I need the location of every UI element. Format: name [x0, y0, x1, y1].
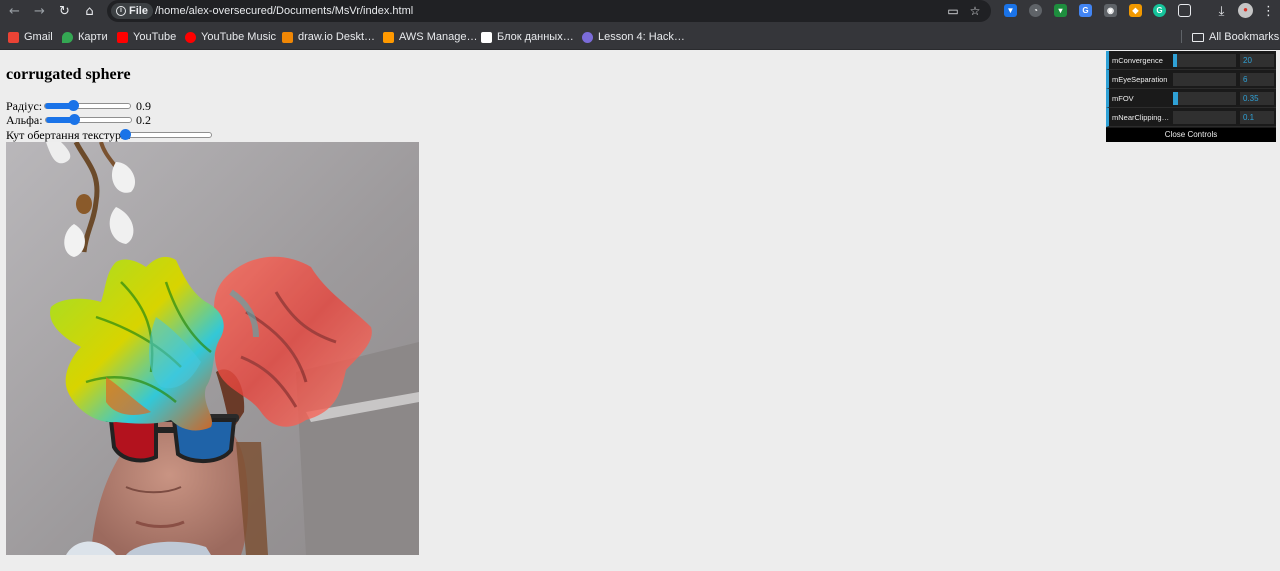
all-bookmarks-label: All Bookmarks [1209, 31, 1280, 43]
puzzle-icon[interactable] [1178, 4, 1191, 17]
gui-slider[interactable] [1173, 73, 1236, 86]
slider-thumb[interactable] [69, 114, 81, 125]
youtube-music-icon [185, 31, 196, 43]
reload-icon[interactable]: ↻ [56, 3, 73, 20]
close-controls-button[interactable]: Close Controls [1106, 128, 1276, 142]
star-icon[interactable]: ☆ [967, 3, 983, 19]
address-bar[interactable]: i File /home/alex-oversecured/Documents/… [107, 0, 991, 22]
folder-icon [1192, 32, 1204, 42]
slider-thumb[interactable] [120, 129, 131, 140]
bookmark-label: Gmail [24, 31, 53, 43]
bookmark-label: YouTube Music [201, 31, 277, 43]
speed-icon[interactable]: ◔ [1029, 4, 1042, 17]
home-icon[interactable]: ⌂ [81, 3, 98, 20]
texture-rotation-control: Кут обертання текстури: [6, 128, 226, 142]
gui-row-convergence: mConvergence 20 [1106, 51, 1276, 70]
gui-number-input[interactable]: 0.1 [1240, 111, 1274, 124]
shield-icon[interactable]: ▾ [1054, 4, 1067, 17]
bitwarden-icon[interactable]: ▼ [1004, 4, 1017, 17]
gui-number-input[interactable]: 20 [1240, 54, 1274, 67]
cast-icon[interactable]: ▭ [945, 3, 961, 19]
gui-param-label: mEyeSeparation [1112, 75, 1168, 84]
all-bookmarks-button[interactable]: All Bookmarks [1192, 30, 1279, 44]
gui-row-eye-separation: mEyeSeparation 6 [1106, 70, 1276, 89]
bookmarks-bar: Gmail Карти YouTube YouTube Music draw.i… [0, 23, 1280, 50]
radius-control: Радіус: 0.9 [6, 99, 166, 113]
gui-number-input[interactable]: 6 [1240, 73, 1274, 86]
site-info-chip[interactable]: i File [111, 3, 153, 19]
aws-icon [383, 31, 394, 43]
profile-avatar[interactable]: ● [1238, 3, 1253, 18]
gui-row-near-clipping: mNearClippingD… 0.1 [1106, 108, 1276, 127]
gui-slider-fill [1173, 54, 1177, 67]
bookmark-block-data[interactable]: Блок данных… [481, 30, 574, 44]
drawio-extension-icon[interactable]: ◆ [1129, 4, 1142, 17]
wikipedia-icon [481, 31, 492, 43]
url-text[interactable]: /home/alex-oversecured/Documents/MsVr/in… [155, 4, 413, 18]
bookmark-gmail[interactable]: Gmail [8, 30, 53, 44]
bookmark-label: draw.io Deskt… [298, 31, 376, 43]
bookmark-maps[interactable]: Карти [62, 30, 108, 44]
gui-slider[interactable] [1173, 111, 1236, 124]
bookmark-label: Lesson 4: Hack… [598, 31, 685, 43]
radius-label: Радіус: [6, 99, 43, 113]
url-scheme-label: File [129, 5, 148, 17]
menu-icon[interactable]: ⋮ [1260, 3, 1277, 20]
download-icon[interactable]: ⤓ [1213, 3, 1230, 20]
scene-render [6, 142, 419, 555]
gui-slider-fill [1173, 92, 1179, 105]
camera-icon[interactable]: ◉ [1104, 4, 1117, 17]
gui-slider[interactable] [1173, 92, 1236, 105]
lesson-site-icon [582, 31, 593, 43]
stereo-controls-panel: mConvergence 20 mEyeSeparation 6 mFOV 0.… [1106, 51, 1276, 142]
bookmark-youtube-music[interactable]: YouTube Music [185, 30, 276, 44]
drawio-icon [282, 31, 293, 43]
bookmark-aws[interactable]: AWS Manage… [383, 30, 477, 44]
radius-value: 0.9 [136, 99, 151, 113]
alpha-slider[interactable] [45, 114, 132, 125]
bookmark-lesson[interactable]: Lesson 4: Hack… [582, 30, 685, 44]
page-content: corrugated sphere Радіус: 0.9 Альфа: 0.2… [0, 51, 1280, 571]
bookmark-label: YouTube [133, 31, 177, 43]
maps-pin-icon [62, 31, 73, 43]
youtube-icon [117, 31, 128, 43]
browser-toolbar: ← → ↻ ⌂ i File /home/alex-oversecured/Do… [0, 0, 1280, 23]
slider-thumb[interactable] [68, 100, 80, 111]
bookmark-label: Карти [78, 31, 108, 43]
translate-icon[interactable]: G [1079, 4, 1092, 17]
texture-rotation-slider[interactable] [120, 129, 212, 140]
gui-param-label: mFOV [1112, 94, 1134, 103]
alpha-control: Альфа: 0.2 [6, 113, 166, 127]
grammarly-icon[interactable]: G [1153, 4, 1166, 17]
gui-slider[interactable] [1173, 54, 1236, 67]
gui-param-label: mNearClippingD… [1112, 113, 1172, 122]
bookmark-label: Блок данных… [497, 31, 574, 43]
bookmark-youtube[interactable]: YouTube [117, 30, 176, 44]
forward-arrow-icon[interactable]: → [31, 3, 48, 20]
bookmark-label: AWS Manage… [399, 31, 478, 43]
gui-param-label: mConvergence [1112, 56, 1163, 65]
radius-slider[interactable] [44, 100, 131, 111]
back-arrow-icon[interactable]: ← [6, 3, 23, 20]
bookmarks-divider [1181, 30, 1182, 43]
texture-rotation-label: Кут обертання текстури: [6, 128, 131, 142]
webgl-canvas[interactable] [6, 142, 419, 555]
page-title: corrugated sphere [6, 66, 131, 83]
alpha-label: Альфа: [6, 113, 43, 127]
gui-number-input[interactable]: 0.35 [1240, 92, 1274, 105]
gui-row-fov: mFOV 0.35 [1106, 89, 1276, 108]
bookmark-drawio[interactable]: draw.io Deskt… [282, 30, 375, 44]
alpha-value: 0.2 [136, 113, 151, 127]
info-icon: i [116, 6, 126, 16]
gmail-icon [8, 31, 19, 43]
